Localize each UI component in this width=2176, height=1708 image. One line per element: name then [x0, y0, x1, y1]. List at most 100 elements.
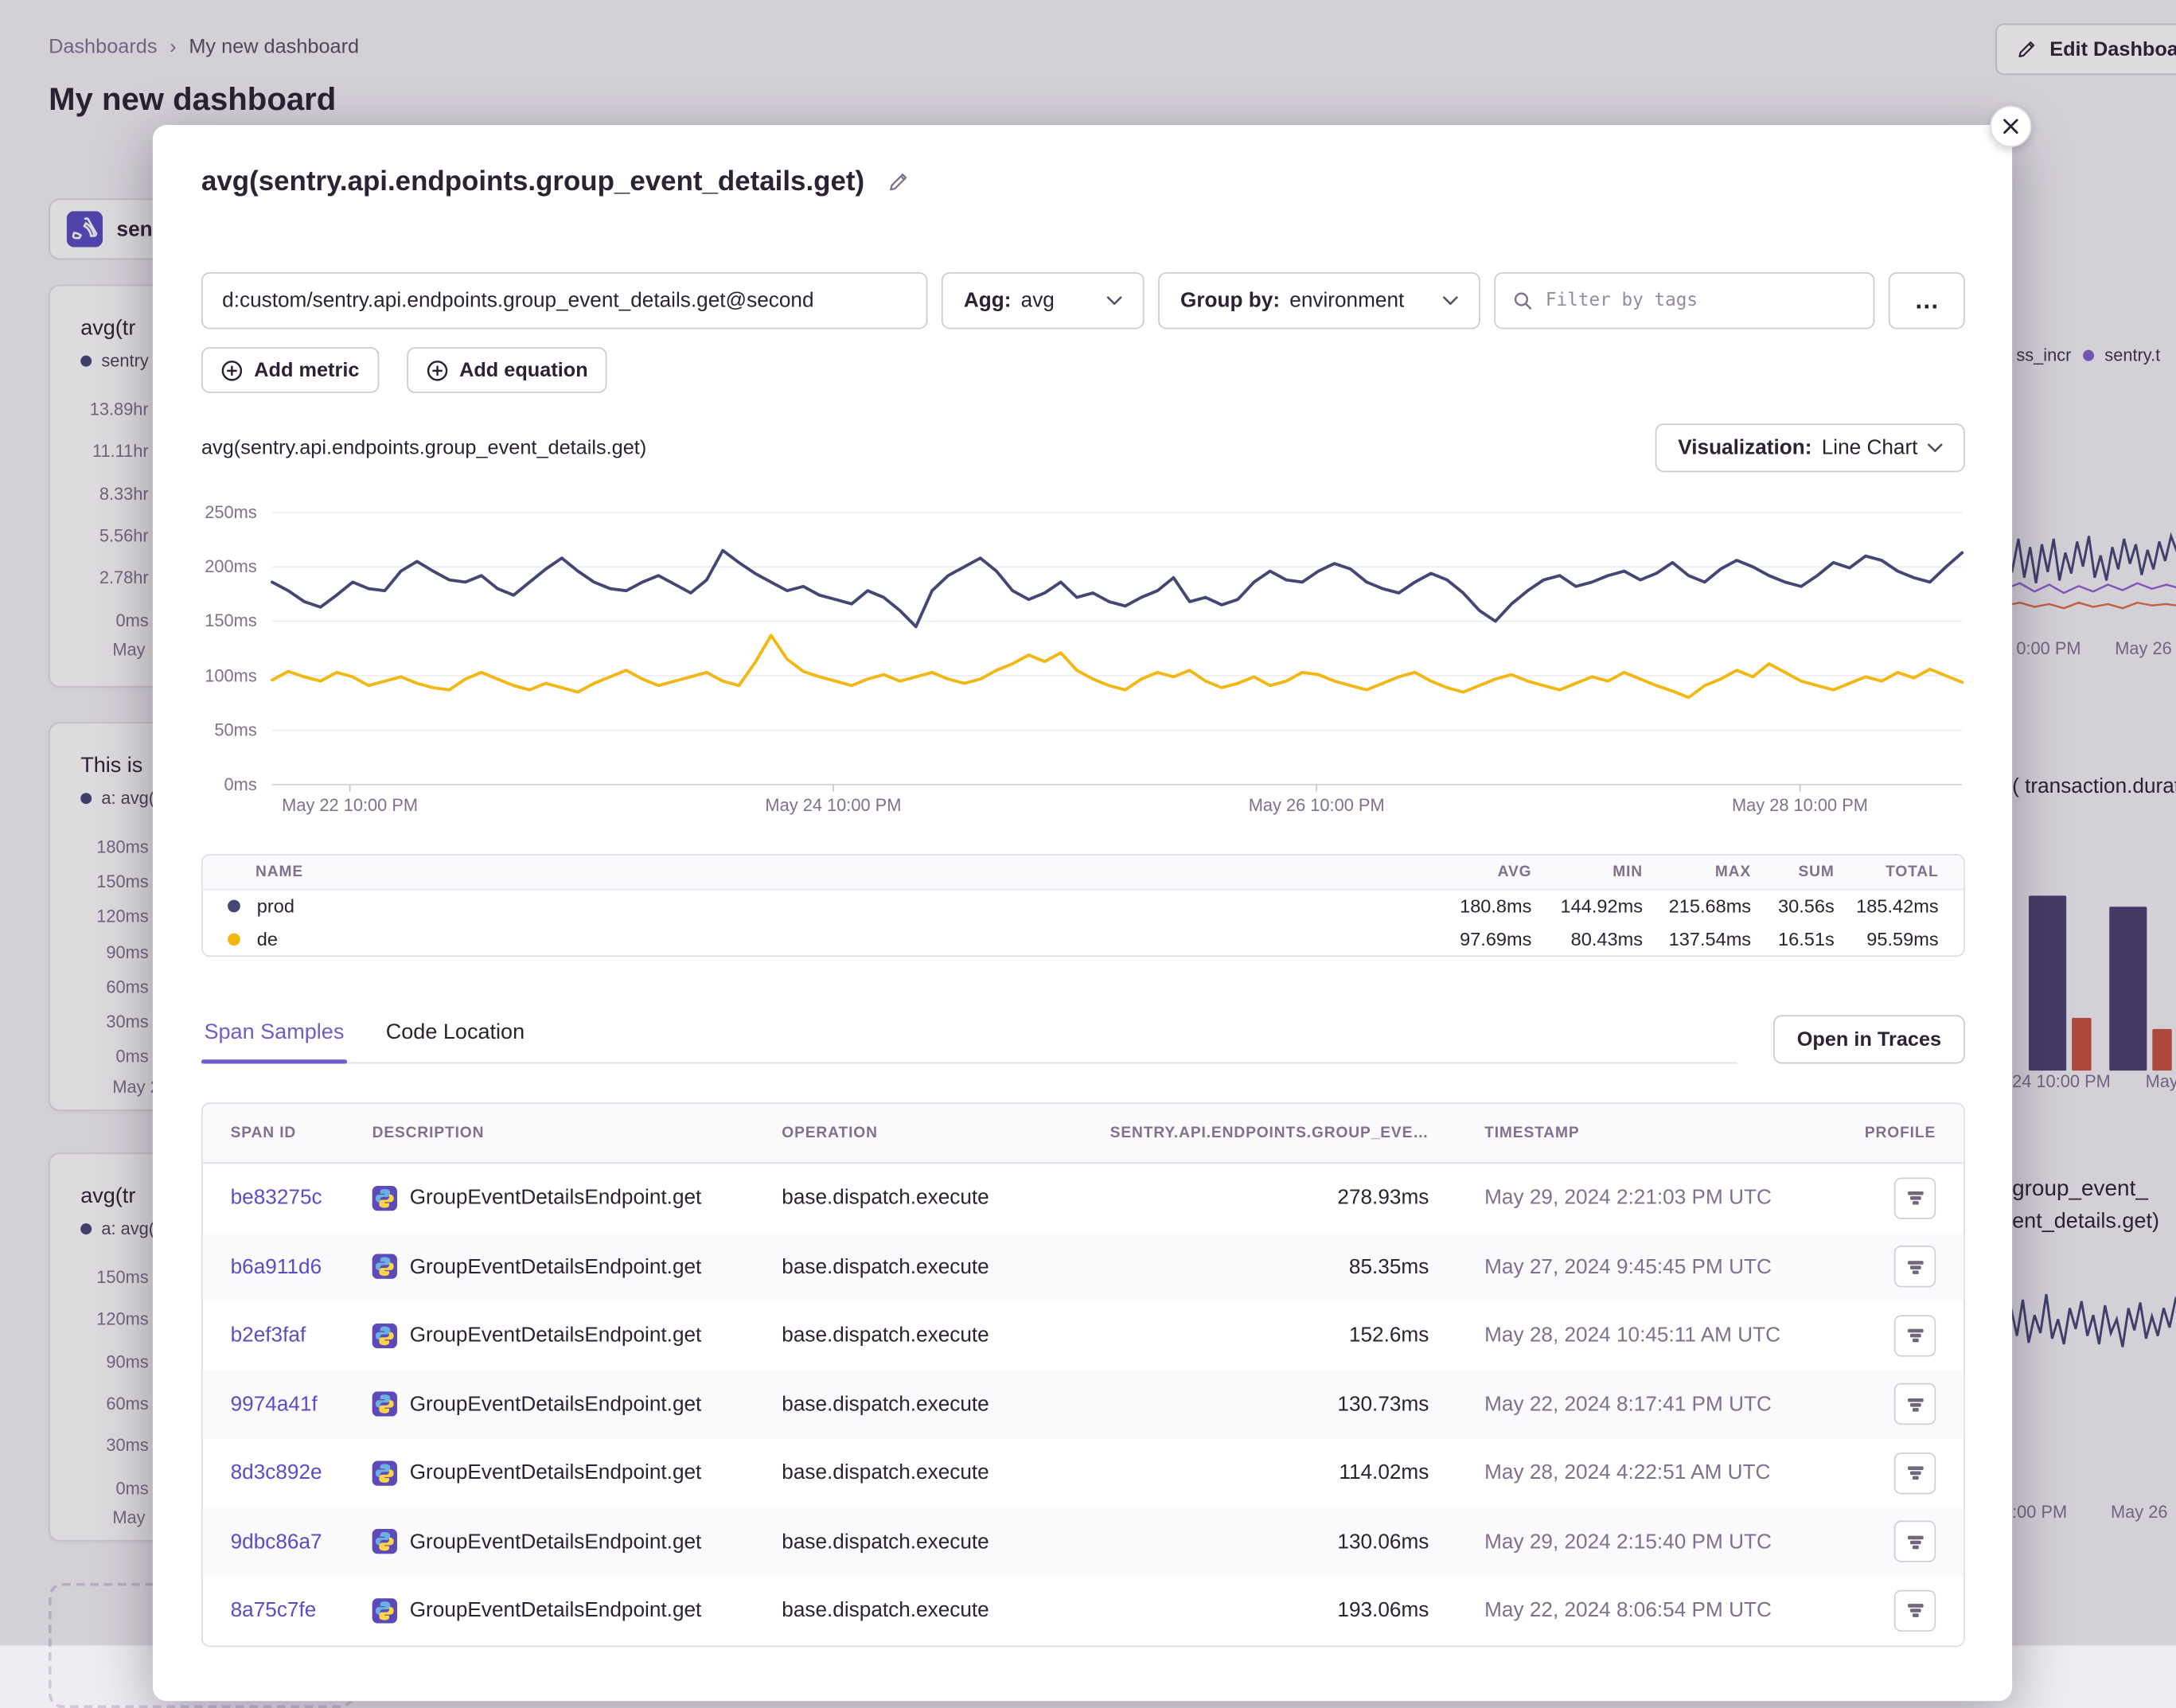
- span-operation: base.dispatch.execute: [782, 1324, 1070, 1347]
- plus-circle-icon: [426, 359, 448, 381]
- open-in-traces-button[interactable]: Open in Traces: [1773, 1015, 1965, 1063]
- aggregate-select[interactable]: Agg: avg: [942, 272, 1145, 330]
- profile-button[interactable]: [1894, 1315, 1936, 1356]
- summary-header-cell: SUM: [1751, 864, 1835, 880]
- chevron-down-icon: [1443, 296, 1458, 306]
- span-timestamp: May 29, 2024 2:15:40 PM UTC: [1429, 1530, 1818, 1554]
- summary-table-header: NAMEAVGMINMAXSUMTOTAL: [203, 856, 1963, 891]
- span-description-cell: GroupEventDetailsEndpoint.get: [372, 1323, 782, 1347]
- span-description-cell: GroupEventDetailsEndpoint.get: [372, 1460, 782, 1485]
- series-max: 215.68ms: [1643, 896, 1751, 917]
- span-id-link[interactable]: 8d3c892e: [231, 1461, 322, 1485]
- profile-cell: [1818, 1383, 1936, 1425]
- python-icon: [372, 1529, 397, 1554]
- add-metric-label: Add metric: [254, 359, 359, 381]
- profile-cell: [1818, 1177, 1936, 1219]
- add-metric-button[interactable]: Add metric: [201, 347, 379, 393]
- chevron-down-icon: [1107, 296, 1122, 306]
- group-by-select[interactable]: Group by: environment: [1158, 272, 1480, 330]
- close-button[interactable]: [1990, 106, 2031, 147]
- plus-circle-icon: [220, 359, 243, 381]
- span-timestamp: May 28, 2024 10:45:11 AM UTC: [1429, 1324, 1818, 1347]
- span-description-cell: GroupEventDetailsEndpoint.get: [372, 1598, 782, 1623]
- span-samples-table: SPAN IDDESCRIPTIONOPERATIONSENTRY.API.EN…: [201, 1102, 1965, 1646]
- span-description: GroupEventDetailsEndpoint.get: [410, 1393, 702, 1417]
- samples-header-cell: SENTRY.API.ENDPOINTS.GROUP_EVE…: [1070, 1125, 1429, 1141]
- span-id-cell: 8a75c7fe: [231, 1599, 372, 1623]
- span-duration: 278.93ms: [1070, 1186, 1429, 1210]
- span-id-link[interactable]: 9dbc86a7: [231, 1530, 322, 1554]
- profile-button[interactable]: [1894, 1383, 1936, 1425]
- profile-cell: [1818, 1521, 1936, 1562]
- span-description: GroupEventDetailsEndpoint.get: [410, 1599, 702, 1623]
- span-timestamp: May 29, 2024 2:21:03 PM UTC: [1429, 1186, 1818, 1210]
- add-row: Add metric Add equation: [201, 347, 1965, 393]
- series-min: 144.92ms: [1531, 896, 1643, 917]
- samples-header-cell: TIMESTAMP: [1429, 1125, 1818, 1141]
- span-operation: base.dispatch.execute: [782, 1599, 1070, 1623]
- profile-button[interactable]: [1894, 1177, 1936, 1219]
- python-icon: [372, 1254, 397, 1279]
- series-total: 185.42ms: [1835, 896, 1939, 917]
- profile-cell: [1818, 1589, 1936, 1631]
- span-description-cell: GroupEventDetailsEndpoint.get: [372, 1186, 782, 1211]
- span-duration: 152.6ms: [1070, 1324, 1429, 1347]
- span-duration: 130.73ms: [1070, 1393, 1429, 1417]
- series-name-cell: prod: [203, 896, 1407, 917]
- span-sample-row: 8a75c7fe GroupEventDetailsEndpoint.get bas…: [203, 1576, 1963, 1644]
- add-equation-label: Add equation: [459, 359, 588, 381]
- tab-code-location[interactable]: Code Location: [383, 1020, 527, 1062]
- filter-tags-search[interactable]: [1494, 272, 1874, 330]
- span-id-link[interactable]: 8a75c7fe: [231, 1599, 317, 1623]
- span-sample-row: b6a911d6GroupEventDetailsEndpoint.getbas…: [203, 1232, 1963, 1300]
- span-id-link[interactable]: b6a911d6: [231, 1255, 322, 1279]
- summary-table-body: prod180.8ms144.92ms215.68ms30.56s185.42m…: [203, 890, 1963, 955]
- span-sample-row: 9974a41fGroupEventDetailsEndpoint.getbas…: [203, 1370, 1963, 1438]
- group-by-label: Group by:: [1180, 289, 1280, 313]
- series-name: prod: [257, 896, 294, 917]
- chart-x-axis: May 22 10:00 PMMay 24 10:00 PMMay 26 10:…: [201, 489, 1965, 819]
- profile-cell: [1818, 1246, 1936, 1287]
- summary-header-cell: AVG: [1406, 864, 1531, 880]
- series-name-cell: de: [203, 929, 1407, 950]
- span-description-cell: GroupEventDetailsEndpoint.get: [372, 1529, 782, 1554]
- pencil-icon: [887, 171, 909, 193]
- summary-header-cell: MAX: [1643, 864, 1751, 880]
- visualization-select[interactable]: Visualization: Line Chart: [1655, 423, 1964, 472]
- more-options-button[interactable]: …: [1889, 272, 1965, 330]
- profile-button[interactable]: [1894, 1589, 1936, 1631]
- x-axis-label: May 28 10:00 PM: [1732, 796, 1868, 815]
- add-equation-button[interactable]: Add equation: [407, 347, 607, 393]
- span-id-cell: b6a911d6: [231, 1255, 372, 1279]
- span-id-link[interactable]: 9974a41f: [231, 1393, 318, 1417]
- aggregate-value: avg: [1021, 289, 1055, 313]
- group-by-value: environment: [1289, 289, 1404, 313]
- span-operation: base.dispatch.execute: [782, 1530, 1070, 1554]
- span-timestamp: May 22, 2024 8:17:41 PM UTC: [1429, 1393, 1818, 1417]
- metric-query-input[interactable]: [201, 272, 927, 330]
- span-description: GroupEventDetailsEndpoint.get: [410, 1530, 702, 1554]
- series-summary-table: NAMEAVGMINMAXSUMTOTAL prod180.8ms144.92m…: [201, 854, 1965, 957]
- summary-header-cell: TOTAL: [1835, 864, 1939, 880]
- profile-button[interactable]: [1894, 1453, 1936, 1494]
- modal-title: avg(sentry.api.endpoints.group_event_det…: [201, 166, 864, 197]
- edit-title-button[interactable]: [884, 168, 912, 196]
- span-id-link[interactable]: be83275c: [231, 1186, 322, 1210]
- span-sample-row: b2ef3faf GroupEventDetailsEndpoint.getbas…: [203, 1301, 1963, 1370]
- summary-header-cell: NAME: [203, 864, 1407, 880]
- span-duration: 85.35ms: [1070, 1255, 1429, 1279]
- filter-tags-input[interactable]: [1546, 291, 1857, 311]
- tab-span-samples[interactable]: Span Samples: [201, 1020, 347, 1062]
- span-timestamp: May 22, 2024 8:06:54 PM UTC: [1429, 1599, 1818, 1623]
- profile-button[interactable]: [1894, 1246, 1936, 1287]
- aggregate-label: Agg:: [964, 289, 1012, 313]
- profile-button[interactable]: [1894, 1521, 1936, 1562]
- span-description: GroupEventDetailsEndpoint.get: [410, 1255, 702, 1279]
- span-id-cell: be83275c: [231, 1186, 372, 1210]
- profile-cell: [1818, 1315, 1936, 1356]
- tabs-row: Span Samples Code Location Open in Trace…: [201, 1015, 1965, 1063]
- profile-cell: [1818, 1453, 1936, 1494]
- query-builder-row: Agg: avg Group by: environment: [201, 272, 1965, 330]
- span-id-link[interactable]: b2ef3faf: [231, 1324, 306, 1347]
- metric-details-modal: avg(sentry.api.endpoints.group_event_det…: [153, 125, 2012, 1701]
